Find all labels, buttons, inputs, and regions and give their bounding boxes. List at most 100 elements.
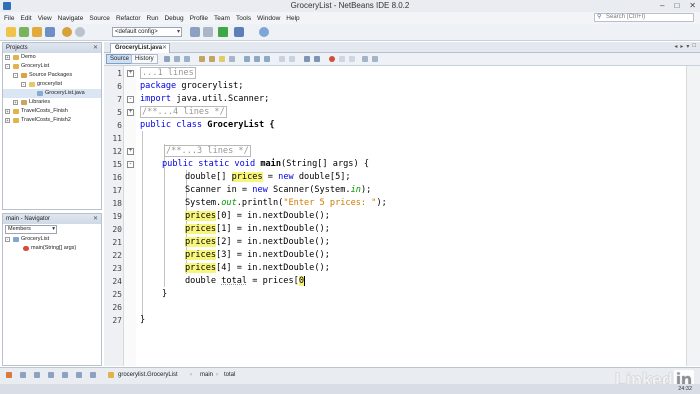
new-file-icon[interactable] — [6, 27, 16, 37]
tab-list-icon[interactable]: ▾ — [686, 43, 689, 50]
start-macro-icon[interactable] — [304, 56, 310, 62]
breadcrumb-class[interactable]: grocerylist.GroceryList — [118, 372, 178, 378]
source-button[interactable]: Source — [106, 54, 134, 64]
prev-bookmark-icon[interactable] — [244, 56, 250, 62]
editor-scrollbar[interactable] — [686, 66, 700, 366]
close-icon[interactable]: ✕ — [93, 44, 98, 51]
clean-build-icon[interactable] — [203, 27, 213, 37]
menu-run[interactable]: Run — [147, 15, 159, 22]
navigator-tab[interactable]: main - Navigator — [6, 216, 50, 222]
menu-refactor[interactable]: Refactor — [116, 15, 141, 22]
close-button[interactable]: ✕ — [689, 1, 696, 10]
maximize-button[interactable]: □ — [674, 1, 679, 10]
new-project-icon[interactable] — [19, 27, 29, 37]
record-macro-icon[interactable] — [329, 56, 335, 62]
breadcrumb-method[interactable]: main — [200, 372, 213, 378]
maximize-icon[interactable]: □ — [692, 43, 696, 50]
stop-macro-icon[interactable] — [314, 56, 320, 62]
line-number: 20 — [112, 225, 122, 234]
tree-item-demo[interactable]: + Demo — [3, 53, 101, 62]
collapse-toggle[interactable]: - — [5, 237, 10, 242]
close-icon[interactable]: ✕ — [93, 215, 98, 222]
menu-debug[interactable]: Debug — [164, 15, 183, 22]
close-icon[interactable]: ✕ — [162, 44, 167, 53]
last-edit-icon[interactable] — [164, 56, 170, 62]
toolbar-extra-icon-2[interactable] — [372, 56, 378, 62]
test-results-icon[interactable] — [76, 372, 82, 378]
collapse-toggle[interactable]: - — [5, 64, 10, 69]
tab-prev-icon[interactable]: ◂ — [674, 43, 677, 50]
config-select[interactable]: <default config> ▾ — [112, 27, 182, 37]
members-select[interactable]: Members ▾ — [5, 225, 57, 234]
tree-item-travelcosts2[interactable]: + TravelCosts_Finish2 — [3, 116, 101, 125]
menu-navigate[interactable]: Navigate — [58, 15, 84, 22]
redo-icon[interactable] — [75, 27, 85, 37]
fold-expand-icon[interactable]: + — [127, 109, 134, 116]
build-icon[interactable] — [190, 27, 200, 37]
output-icon[interactable] — [6, 372, 12, 378]
toggle-bookmark-icon[interactable] — [264, 56, 270, 62]
undo-icon[interactable] — [62, 27, 72, 37]
folded-block[interactable]: ...1 lines — [140, 67, 196, 79]
debug-icon[interactable] — [234, 27, 244, 37]
open-project-icon[interactable] — [32, 27, 42, 37]
folded-block[interactable]: /**...4 lines */ — [140, 106, 227, 118]
shift-right-icon[interactable] — [289, 56, 295, 62]
find-previous-icon[interactable] — [199, 56, 205, 62]
projects-tab[interactable]: Projects — [6, 45, 28, 51]
expand-toggle[interactable]: + — [5, 55, 10, 60]
history-button[interactable]: History — [131, 54, 158, 64]
find-next-icon[interactable] — [209, 56, 215, 62]
save-all-icon[interactable] — [45, 27, 55, 37]
forward-icon[interactable] — [184, 56, 190, 62]
versioning-icon[interactable] — [90, 372, 96, 378]
nav-item-class[interactable]: - GroceryList — [3, 235, 101, 244]
collapse-toggle[interactable]: - — [13, 73, 18, 78]
tree-item-travelcosts[interactable]: + TravelCosts_Finish — [3, 107, 101, 116]
menu-source[interactable]: Source — [89, 15, 110, 22]
tab-next-icon[interactable]: ▸ — [680, 43, 683, 50]
comment-icon[interactable] — [339, 56, 345, 62]
expand-toggle[interactable]: + — [5, 118, 10, 123]
breadcrumb-variable[interactable]: total — [224, 372, 235, 378]
toolbar-extra-icon[interactable] — [362, 56, 368, 62]
notifications-icon[interactable] — [20, 372, 26, 378]
fold-expand-icon[interactable]: + — [127, 148, 134, 155]
menu-tools[interactable]: Tools — [236, 15, 251, 22]
tree-item-libraries[interactable]: + Libraries — [3, 98, 101, 107]
search-results-icon[interactable] — [48, 372, 54, 378]
usages-icon[interactable] — [62, 372, 68, 378]
profile-icon[interactable] — [259, 27, 269, 37]
folded-block[interactable]: /**...3 lines */ — [164, 145, 251, 157]
next-bookmark-icon[interactable] — [254, 56, 260, 62]
run-icon[interactable] — [218, 27, 228, 37]
collapse-toggle[interactable]: - — [21, 82, 26, 87]
shift-left-icon[interactable] — [279, 56, 285, 62]
tree-item-package[interactable]: - grocerylist — [3, 80, 101, 89]
expand-toggle[interactable]: + — [13, 100, 18, 105]
fold-expand-icon[interactable]: + — [127, 70, 134, 77]
line-number: 18 — [112, 199, 122, 208]
fold-collapse-icon[interactable]: - — [127, 161, 134, 168]
menu-window[interactable]: Window — [257, 15, 280, 22]
uncomment-icon[interactable] — [349, 56, 355, 62]
tree-item-java-file[interactable]: GroceryList.java — [3, 89, 101, 98]
tree-item-grocerylist[interactable]: - GroceryList — [3, 62, 101, 71]
toggle-rect-selection-icon[interactable] — [229, 56, 235, 62]
menu-view[interactable]: View — [38, 15, 52, 22]
menu-team[interactable]: Team — [214, 15, 230, 22]
toggle-highlight-icon[interactable] — [219, 56, 225, 62]
tree-item-source-packages[interactable]: - Source Packages — [3, 71, 101, 80]
search-input[interactable]: ⚲ Search (Ctrl+I) — [594, 13, 694, 22]
tab-grocerylist-java[interactable]: GroceryList.java ✕ — [110, 43, 170, 53]
nav-item-method[interactable]: main(String[] args) — [3, 244, 101, 253]
fold-collapse-icon[interactable]: - — [127, 96, 134, 103]
expand-toggle[interactable]: + — [5, 109, 10, 114]
tasks-icon[interactable] — [34, 372, 40, 378]
minimize-button[interactable]: – — [660, 1, 664, 10]
back-icon[interactable] — [174, 56, 180, 62]
menu-help[interactable]: Help — [286, 15, 299, 22]
menu-profile[interactable]: Profile — [190, 15, 208, 22]
menu-file[interactable]: File — [4, 15, 14, 22]
menu-edit[interactable]: Edit — [20, 15, 31, 22]
